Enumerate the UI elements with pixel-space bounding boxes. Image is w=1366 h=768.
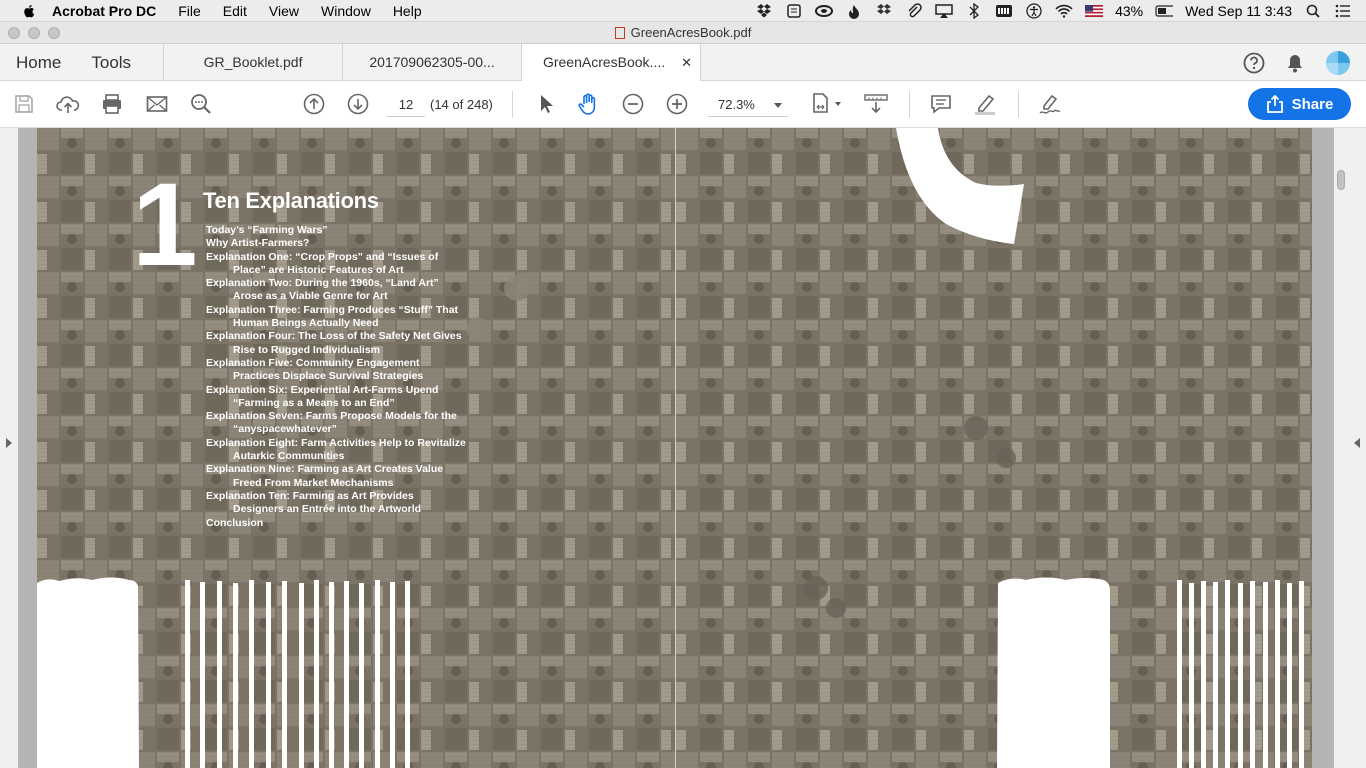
flag-us-icon[interactable] — [1085, 3, 1104, 19]
hand-tool-icon[interactable] — [577, 92, 601, 116]
toc-item[interactable]: Why Artist-Farmers? — [206, 237, 466, 250]
accessibility-icon[interactable] — [1025, 3, 1043, 19]
highlight-pen-icon[interactable] — [973, 92, 997, 116]
save-icon[interactable] — [12, 92, 36, 116]
expand-right-panel-icon[interactable] — [1354, 438, 1360, 448]
email-icon[interactable] — [145, 92, 169, 116]
page-right-aerial-image — [676, 128, 1312, 768]
document-tab-active[interactable]: GreenAcresBook.... ✕ — [521, 44, 702, 82]
flame-icon[interactable] — [845, 3, 863, 19]
menu-file[interactable]: File — [178, 0, 201, 22]
notification-center-icon[interactable] — [1334, 3, 1352, 19]
window-title-bar: GreenAcresBook.pdf — [0, 22, 1366, 44]
page-number-input[interactable] — [387, 93, 425, 117]
toc-item[interactable]: Explanation Five: Community Engagement P… — [206, 357, 466, 384]
keyboard-icon[interactable] — [995, 3, 1013, 19]
document-tab[interactable]: 201709062305-00... — [342, 44, 521, 80]
battery-icon[interactable] — [1155, 3, 1174, 19]
select-tool-icon[interactable] — [534, 92, 558, 116]
close-window-button[interactable] — [8, 26, 20, 39]
tab-home[interactable]: Home — [0, 44, 76, 80]
chapter-contents: 1 Ten Explanations Today’s “Farming Wars… — [37, 128, 675, 768]
toc-item[interactable]: Today’s “Farming Wars” — [206, 224, 466, 237]
toc-item[interactable]: Explanation Seven: Farms Propose Models … — [206, 410, 466, 437]
help-icon[interactable] — [1243, 52, 1265, 74]
chevron-down-icon — [774, 103, 782, 108]
menu-view[interactable]: View — [269, 0, 299, 22]
chapter-number: 1 — [132, 159, 198, 291]
comment-icon[interactable] — [929, 92, 953, 116]
battery-percent: 43% — [1115, 3, 1144, 19]
spotlight-search-icon[interactable] — [1304, 3, 1322, 19]
zoom-level-dropdown[interactable]: 72.3% — [708, 93, 788, 117]
menu-bar: Acrobat Pro DC File Edit View Window Hel… — [0, 0, 1366, 22]
zoom-window-button[interactable] — [48, 26, 60, 39]
page-fit-icon[interactable] — [810, 92, 844, 116]
zoom-out-icon[interactable] — [621, 92, 645, 116]
dropbox-icon[interactable] — [755, 3, 773, 19]
clock[interactable]: Wed Sep 11 3:43 — [1185, 3, 1292, 19]
close-tab-icon[interactable]: ✕ — [681, 44, 692, 81]
toc-item[interactable]: Explanation Nine: Farming as Art Creates… — [206, 463, 466, 490]
creative-cloud-icon[interactable] — [815, 3, 834, 19]
notes-icon[interactable] — [785, 3, 803, 19]
toc-item[interactable]: Explanation One: “Crop Props” and “Issue… — [206, 251, 466, 278]
next-page-icon[interactable] — [346, 92, 370, 116]
previous-page-icon[interactable] — [302, 92, 326, 116]
print-icon[interactable] — [100, 92, 124, 116]
minimize-window-button[interactable] — [28, 26, 40, 39]
page-count-label: (14 of 248) — [430, 97, 493, 112]
notification-bell-icon[interactable] — [1284, 52, 1306, 74]
toc-item[interactable]: Explanation Six: Experiential Art-Farms … — [206, 384, 466, 411]
apple-icon[interactable] — [20, 2, 38, 20]
toc-item[interactable]: Explanation Two: During the 1960s, “Land… — [206, 277, 466, 304]
cloud-upload-icon[interactable] — [56, 92, 80, 116]
find-text-icon[interactable] — [189, 92, 213, 116]
right-panel-gutter — [1334, 128, 1366, 768]
document-viewer[interactable]: 1 Ten Explanations Today’s “Farming Wars… — [0, 128, 1366, 768]
toc-item[interactable]: Conclusion — [206, 517, 466, 530]
toolbar-divider — [512, 91, 513, 118]
airplay-icon[interactable] — [935, 3, 953, 19]
window-title: GreenAcresBook.pdf — [0, 22, 1366, 44]
tab-bar: Home Tools GR_Booklet.pdf 201709062305-0… — [0, 44, 1366, 82]
share-icon — [1266, 95, 1283, 113]
paperclip-icon[interactable] — [905, 3, 923, 19]
pdf-file-icon — [614, 26, 625, 39]
toolbar-divider — [909, 91, 910, 118]
menu-window[interactable]: Window — [321, 0, 371, 22]
document-tab-label: 201709062305-00... — [369, 54, 495, 70]
bluetooth-icon[interactable] — [965, 3, 983, 19]
vertical-scrollbar-thumb[interactable] — [1337, 170, 1345, 190]
window-title-text: GreenAcresBook.pdf — [630, 24, 752, 40]
document-tab[interactable]: GR_Booklet.pdf — [163, 44, 342, 80]
toc-item[interactable]: Explanation Four: The Loss of the Safety… — [206, 330, 466, 357]
scrolling-mode-icon[interactable] — [864, 92, 890, 116]
menu-help[interactable]: Help — [393, 0, 422, 22]
user-avatar[interactable] — [1325, 50, 1351, 76]
table-of-contents: Today’s “Farming Wars” Why Artist-Farmer… — [206, 224, 466, 530]
left-panel-gutter — [0, 128, 18, 768]
document-tab-label: GreenAcresBook.... — [542, 54, 666, 70]
toolbar-divider — [1018, 91, 1019, 118]
toc-item[interactable]: Explanation Three: Farming Produces “Stu… — [206, 304, 466, 331]
zoom-in-icon[interactable] — [665, 92, 689, 116]
share-button-label: Share — [1291, 95, 1334, 113]
app-menu[interactable]: Acrobat Pro DC — [52, 0, 156, 22]
wifi-icon[interactable] — [1055, 3, 1073, 19]
expand-left-panel-icon[interactable] — [6, 438, 12, 448]
chapter-title: Ten Explanations — [203, 188, 379, 213]
fill-sign-icon[interactable] — [1038, 92, 1062, 116]
toolbar: (14 of 248) 72.3% Share — [0, 81, 1366, 128]
menu-edit[interactable]: Edit — [223, 0, 247, 22]
zoom-level-value: 72.3% — [718, 97, 755, 112]
share-button[interactable]: Share — [1248, 88, 1351, 120]
dropbox-status-icon[interactable] — [875, 3, 893, 19]
toc-item[interactable]: Explanation Ten: Farming as Art Provides… — [206, 490, 466, 517]
document-tab-label: GR_Booklet.pdf — [203, 54, 303, 70]
tab-tools[interactable]: Tools — [76, 44, 146, 80]
toc-item[interactable]: Explanation Eight: Farm Activities Help … — [206, 437, 466, 464]
